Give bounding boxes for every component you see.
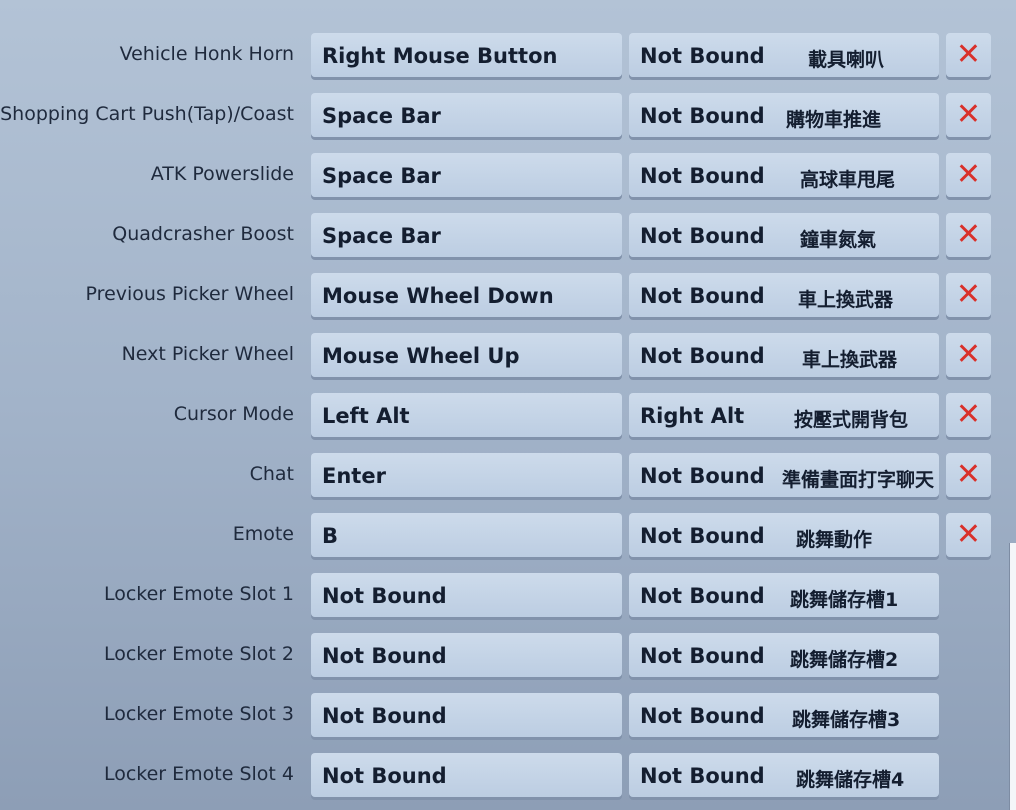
secondary-key-label: Not Bound <box>640 704 765 728</box>
annotation-text: 跳舞儲存槽1 <box>790 589 899 611</box>
close-icon: ✕ <box>955 517 982 552</box>
action-label: Emote <box>232 523 294 545</box>
secondary-key-label: Not Bound <box>640 644 765 668</box>
close-icon: ✕ <box>955 397 982 432</box>
close-icon: ✕ <box>955 97 982 132</box>
keybind-row: Locker Emote Slot 2 Not Bound Not Bound 跳舞儲… <box>0 633 1016 681</box>
close-icon: ✕ <box>955 337 982 372</box>
keybind-row: Locker Emote Slot 4 Not Bound Not Bound 跳舞儲… <box>0 753 1016 801</box>
annotation-text: 跳舞儲存槽2 <box>790 649 899 671</box>
annotation-text: 購物車推進 <box>786 109 882 131</box>
primary-key-button[interactable]: Not Bound <box>311 573 622 617</box>
clear-binding-button[interactable]: ✕ <box>946 33 991 77</box>
keybind-row: Previous Picker Wheel Mouse Wheel Down Not… <box>0 273 1016 321</box>
secondary-key-label: Not Bound <box>640 44 765 68</box>
action-label: Locker Emote Slot 3 <box>103 703 294 725</box>
primary-key-button[interactable]: Right Mouse Button <box>311 33 622 77</box>
keybind-row: Locker Emote Slot 1 Not Bound Not Bound 跳舞儲… <box>0 573 1016 621</box>
clear-binding-button[interactable]: ✕ <box>946 213 991 257</box>
secondary-key-label: Not Bound <box>640 764 765 788</box>
action-label: Shopping Cart Push(Tap)/Coast <box>0 103 294 125</box>
action-label: Locker Emote Slot 1 <box>103 583 294 605</box>
annotation-text: 載具喇叭 <box>808 49 885 71</box>
action-label: Next Picker Wheel <box>121 343 294 365</box>
secondary-key-label: Not Bound <box>640 524 765 548</box>
keybind-row: Locker Emote Slot 3 Not Bound Not Bound 跳舞儲… <box>0 693 1016 741</box>
action-label: Quadcrasher Boost <box>112 223 294 245</box>
primary-key-button[interactable]: Left Alt <box>311 393 622 437</box>
secondary-key-label: Not Bound <box>640 284 765 308</box>
primary-key-button[interactable]: Space Bar <box>311 153 622 197</box>
primary-key-button[interactable]: Mouse Wheel Up <box>311 333 622 377</box>
keybind-row: ATK Powerslide Space Bar Not Bound 高球車甩尾 ✕ <box>0 153 1016 201</box>
keybind-row: Emote B Not Bound 跳舞動作 ✕ <box>0 513 1016 561</box>
primary-key-button[interactable]: Space Bar <box>311 93 622 137</box>
primary-key-button[interactable]: Not Bound <box>311 693 622 737</box>
secondary-key-label: Right Alt <box>640 404 745 428</box>
close-icon: ✕ <box>955 217 982 252</box>
action-label: Vehicle Honk Horn <box>119 43 294 65</box>
secondary-key-label: Not Bound <box>640 224 765 248</box>
keybind-row: Chat Enter Not Bound 準備畫面打字聊天 ✕ <box>0 453 1016 501</box>
annotation-text: 跳舞動作 <box>796 529 873 551</box>
primary-key-button[interactable]: Not Bound <box>311 633 622 677</box>
annotation-text: 準備畫面打字聊天 <box>782 469 935 491</box>
close-icon: ✕ <box>955 37 982 72</box>
annotation-text: 鐘車氮氣 <box>800 229 877 251</box>
annotation-text: 跳舞儲存槽4 <box>796 769 905 791</box>
close-icon: ✕ <box>955 157 982 192</box>
clear-binding-button[interactable]: ✕ <box>946 93 991 137</box>
action-label: ATK Powerslide <box>150 163 294 185</box>
annotation-text: 車上換武器 <box>802 349 898 371</box>
secondary-key-button[interactable]: Not Bound <box>629 33 939 77</box>
secondary-key-button[interactable]: Not Bound <box>629 213 939 257</box>
keybind-row: Next Picker Wheel Mouse Wheel Up Not Bound… <box>0 333 1016 381</box>
secondary-key-button[interactable]: Not Bound <box>629 93 939 137</box>
action-label: Chat <box>249 463 294 485</box>
secondary-key-label: Not Bound <box>640 464 765 488</box>
primary-key-button[interactable]: Mouse Wheel Down <box>311 273 622 317</box>
clear-binding-button[interactable]: ✕ <box>946 333 991 377</box>
annotation-text: 跳舞儲存槽3 <box>792 709 901 731</box>
action-label: Cursor Mode <box>173 403 294 425</box>
clear-binding-button[interactable]: ✕ <box>946 513 991 557</box>
clear-binding-button[interactable]: ✕ <box>946 153 991 197</box>
primary-key-button[interactable]: B <box>311 513 622 557</box>
keybind-row: Quadcrasher Boost Space Bar Not Bound 鐘車氮氣 ✕ <box>0 213 1016 261</box>
keybind-row: Vehicle Honk Horn Right Mouse Button Not B… <box>0 33 1016 81</box>
primary-key-button[interactable]: Enter <box>311 453 622 497</box>
secondary-key-label: Not Bound <box>640 104 765 128</box>
clear-binding-button[interactable]: ✕ <box>946 453 991 497</box>
clear-binding-button[interactable]: ✕ <box>946 393 991 437</box>
keybind-row: Shopping Cart Push(Tap)/Coast Space Bar No… <box>0 93 1016 141</box>
action-label: Locker Emote Slot 4 <box>103 763 294 785</box>
secondary-key-label: Not Bound <box>640 344 765 368</box>
close-icon: ✕ <box>955 277 982 312</box>
annotation-text: 高球車甩尾 <box>800 169 896 191</box>
annotation-text: 按壓式開背包 <box>794 409 909 431</box>
secondary-key-label: Not Bound <box>640 164 765 188</box>
side-panel <box>1009 543 1016 810</box>
annotation-text: 車上換武器 <box>798 289 894 311</box>
keybind-row: Cursor Mode Left Alt Right Alt 按壓式開背包 ✕ <box>0 393 1016 441</box>
primary-key-button[interactable]: Not Bound <box>311 753 622 797</box>
primary-key-button[interactable]: Space Bar <box>311 213 622 257</box>
action-label: Previous Picker Wheel <box>85 283 294 305</box>
secondary-key-button[interactable]: Not Bound <box>629 513 939 557</box>
action-label: Locker Emote Slot 2 <box>103 643 294 665</box>
clear-binding-button[interactable]: ✕ <box>946 273 991 317</box>
close-icon: ✕ <box>955 457 982 492</box>
secondary-key-label: Not Bound <box>640 584 765 608</box>
